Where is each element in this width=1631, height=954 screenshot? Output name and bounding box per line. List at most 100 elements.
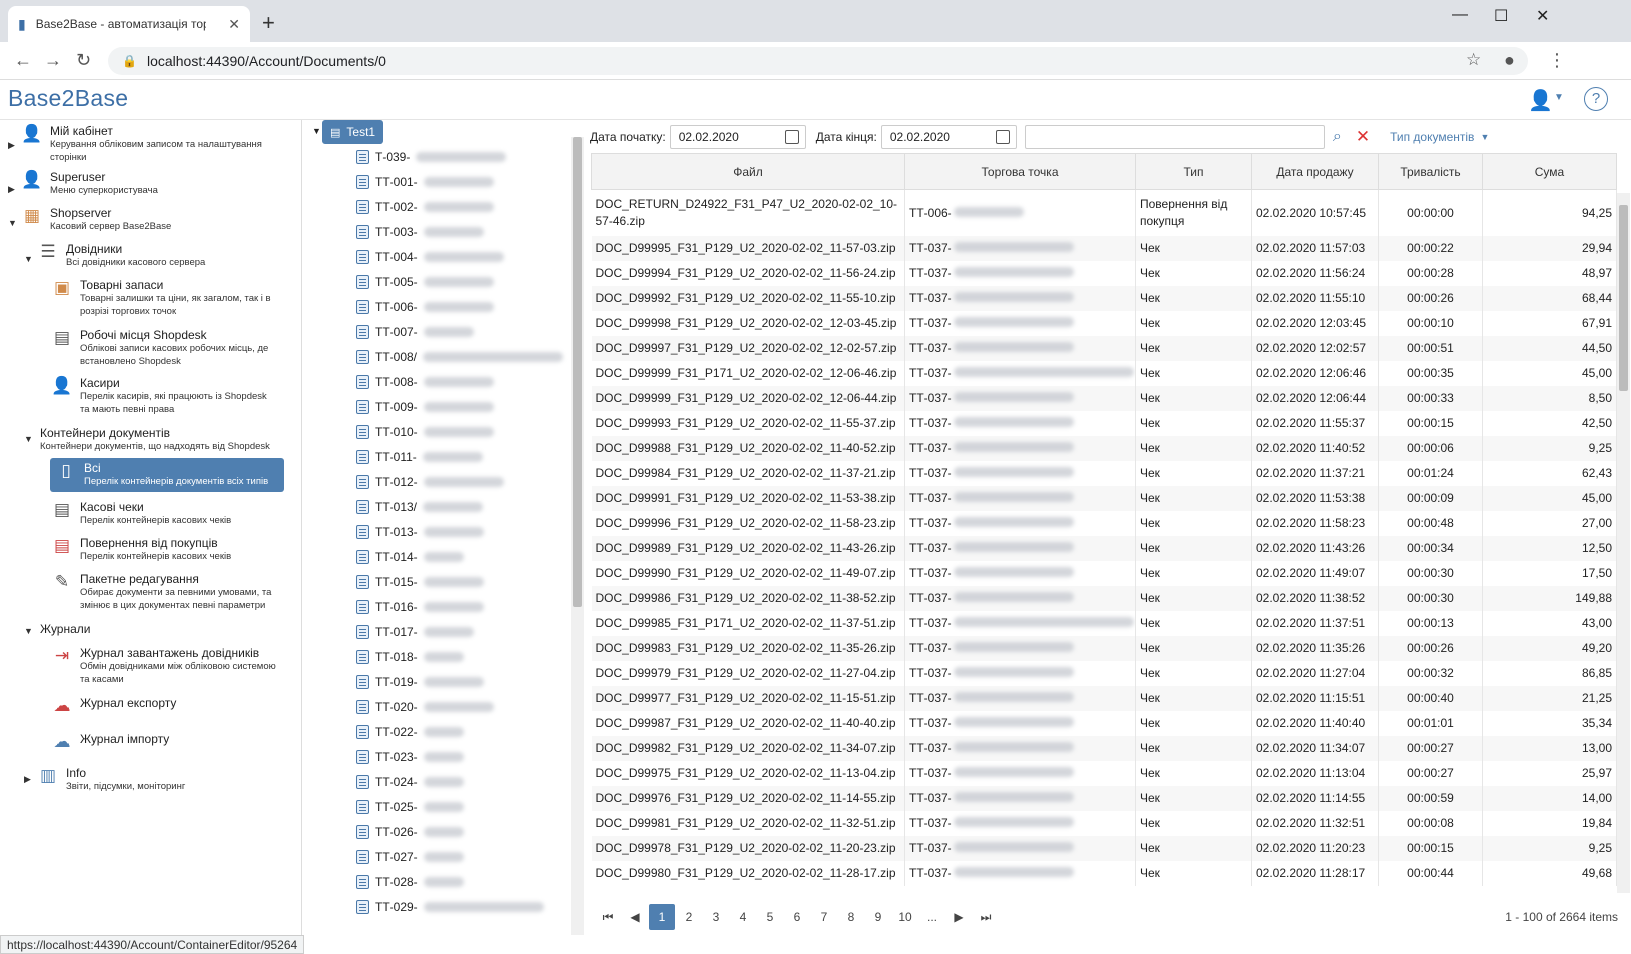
store-item[interactable]: ТТ-008/ [356, 350, 564, 364]
nav-journals[interactable]: Журнали [40, 622, 240, 636]
table-scrollbar[interactable] [1617, 193, 1630, 893]
table-row[interactable]: DOC_D99976_F31_P129_U2_2020-02-02_11-14-… [591, 785, 1617, 811]
store-item[interactable]: ТТ-018- [356, 650, 464, 664]
end-date-input[interactable]: 02.02.2020 [880, 125, 1017, 149]
scroll-thumb[interactable] [573, 137, 582, 607]
table-row[interactable]: DOC_D99995_F31_P129_U2_2020-02-02_11-57-… [591, 235, 1617, 261]
page-button[interactable]: 9 [865, 904, 891, 930]
page-button[interactable]: 2 [676, 904, 702, 930]
nav-shopserver[interactable]: ▦ Shopserver Касовий сервер Base2Base [20, 206, 290, 233]
nav-batch[interactable]: ✎ Пакетне редагування Обирає документи за… [50, 572, 276, 612]
table-row[interactable]: DOC_D99988_F31_P129_U2_2020-02-02_11-40-… [591, 435, 1617, 461]
table-row[interactable]: DOC_D99981_F31_P129_U2_2020-02-02_11-32-… [591, 810, 1617, 836]
user-icon[interactable]: 👤 [1528, 88, 1553, 113]
store-item[interactable]: ТТ-014- [356, 550, 464, 564]
table-row[interactable]: DOC_D99990_F31_P129_U2_2020-02-02_11-49-… [591, 560, 1617, 586]
table-row[interactable]: DOC_D99982_F31_P129_U2_2020-02-02_11-34-… [591, 735, 1617, 761]
nav-import-journal[interactable]: ☁ Журнал імпорту [50, 732, 276, 758]
minimize-button[interactable]: — [1452, 6, 1468, 24]
store-item[interactable]: ТТ-010- [356, 425, 494, 439]
store-item[interactable]: ТТ-008- [356, 375, 494, 389]
forward-icon[interactable]: → [44, 50, 62, 71]
table-row[interactable]: DOC_D99979_F31_P129_U2_2020-02-02_11-27-… [591, 660, 1617, 686]
scroll-thumb[interactable] [1619, 205, 1628, 391]
table-row[interactable]: DOC_D99999_F31_P129_U2_2020-02-02_12-06-… [591, 385, 1617, 411]
store-item[interactable]: ТТ-006- [356, 300, 494, 314]
store-item[interactable]: ТТ-012- [356, 475, 504, 489]
nav-returns[interactable]: ▤ Повернення від покупців Перелік контейн… [50, 536, 276, 563]
nav-superuser[interactable]: 👤 Superuser Меню суперкористувача [20, 170, 290, 197]
column-header[interactable]: Сума [1482, 153, 1617, 190]
nav-export-journal[interactable]: ☁ Журнал експорту [50, 696, 276, 722]
nav-receipts[interactable]: ▤ Касові чеки Перелік контейнерів касових… [50, 500, 276, 527]
page-button[interactable]: 7 [811, 904, 837, 930]
calendar-icon[interactable] [784, 130, 799, 144]
next-page-button[interactable]: ▶ [946, 904, 972, 930]
column-header[interactable]: Файл [591, 153, 905, 190]
expand-icon[interactable]: ▶ [8, 140, 15, 151]
page-button[interactable]: 3 [703, 904, 729, 930]
chevron-down-icon[interactable]: ▼ [1480, 132, 1489, 142]
nav-all[interactable]: ▯ Всі Перелік контейнерів документів всіх… [50, 458, 284, 492]
store-item[interactable]: ТТ-009- [356, 400, 494, 414]
reload-icon[interactable]: ↻ [76, 50, 91, 71]
collapse-icon[interactable]: ▼ [312, 126, 321, 136]
store-root[interactable]: ▤ Test1 [322, 120, 384, 144]
store-item[interactable]: ТТ-013/ [356, 500, 484, 514]
store-item[interactable]: ТТ-003- [356, 225, 484, 239]
nav-info[interactable]: ▥ Info Звіти, підсумки, моніторинг [36, 766, 286, 793]
url-field[interactable]: 🔒 localhost:44390/Account/Documents/0 [108, 47, 1528, 75]
column-header[interactable]: Дата продажу [1251, 153, 1379, 190]
nav-load-journal[interactable]: ⇥ Журнал завантажень довідників Обмін дов… [50, 646, 276, 686]
store-item[interactable]: ТТ-024- [356, 775, 464, 789]
help-icon[interactable]: ? [1584, 87, 1608, 111]
table-row[interactable]: DOC_D99986_F31_P129_U2_2020-02-02_11-38-… [591, 585, 1617, 611]
store-item[interactable]: ТТ-016- [356, 600, 484, 614]
page-button[interactable]: 8 [838, 904, 864, 930]
page-button[interactable]: 6 [784, 904, 810, 930]
new-tab-button[interactable]: + [262, 10, 275, 36]
nav-my-cabinet[interactable]: 👤 Мій кабінет Керування обліковим записом… [20, 124, 290, 164]
table-row[interactable]: DOC_D99997_F31_P129_U2_2020-02-02_12-02-… [591, 335, 1617, 361]
store-item[interactable]: ТТ-017- [356, 625, 474, 639]
start-date-input[interactable]: 02.02.2020 [669, 125, 806, 149]
calendar-icon[interactable] [995, 130, 1010, 144]
store-item[interactable]: ТТ-019- [356, 675, 484, 689]
store-item[interactable]: ТТ-001- [356, 175, 494, 189]
store-item[interactable]: ТТ-029- [356, 900, 544, 914]
profile-icon[interactable]: ● [1504, 50, 1515, 71]
store-item[interactable]: ТТ-022- [356, 725, 464, 739]
nav-containers[interactable]: Контейнери документів Контейнери документ… [40, 426, 290, 453]
store-item[interactable]: ТТ-005- [356, 275, 494, 289]
table-row[interactable]: DOC_D99994_F31_P129_U2_2020-02-02_11-56-… [591, 260, 1617, 286]
store-item[interactable]: ТТ-004- [356, 250, 504, 264]
page-button[interactable]: 1 [649, 904, 675, 930]
collapse-icon[interactable]: ▼ [8, 218, 17, 228]
store-item[interactable]: ТТ-011- [356, 450, 483, 464]
column-header[interactable]: Тривалість [1378, 153, 1483, 190]
table-row[interactable]: DOC_D99978_F31_P129_U2_2020-02-02_11-20-… [591, 835, 1617, 861]
expand-icon[interactable]: ▶ [8, 184, 15, 195]
doc-type-dropdown[interactable]: Тип документів [1390, 130, 1474, 144]
nav-cashiers[interactable]: 👤 Касири Перелік касирів, які працюють із… [50, 376, 276, 416]
collapse-icon[interactable]: ▼ [24, 626, 33, 636]
expand-icon[interactable]: ▶ [24, 774, 31, 785]
page-button[interactable]: ... [919, 904, 945, 930]
table-row[interactable]: DOC_D99989_F31_P129_U2_2020-02-02_11-43-… [591, 535, 1617, 561]
store-item[interactable]: ТТ-020- [356, 700, 494, 714]
back-icon[interactable]: ← [14, 50, 32, 71]
stores-scrollbar[interactable] [571, 137, 584, 935]
table-row[interactable]: DOC_D99984_F31_P129_U2_2020-02-02_11-37-… [591, 460, 1617, 486]
table-row[interactable]: DOC_RETURN_D24922_F31_P47_U2_2020-02-02_… [591, 189, 1617, 236]
collapse-icon[interactable]: ▼ [24, 434, 33, 444]
store-item[interactable]: ТТ-015- [356, 575, 484, 589]
first-page-button[interactable]: ⏮ [595, 904, 621, 930]
store-item[interactable]: ТТ-002- [356, 200, 494, 214]
table-row[interactable]: DOC_D99977_F31_P129_U2_2020-02-02_11-15-… [591, 685, 1617, 711]
search-input[interactable] [1024, 125, 1325, 149]
table-row[interactable]: DOC_D99996_F31_P129_U2_2020-02-02_11-58-… [591, 510, 1617, 536]
store-item[interactable]: Т-039- [356, 150, 507, 164]
page-button[interactable]: 4 [730, 904, 756, 930]
table-row[interactable]: DOC_D99992_F31_P129_U2_2020-02-02_11-55-… [591, 285, 1617, 311]
browser-tab[interactable]: ▮ Base2Base - автоматизація торг ✕ [8, 6, 250, 42]
